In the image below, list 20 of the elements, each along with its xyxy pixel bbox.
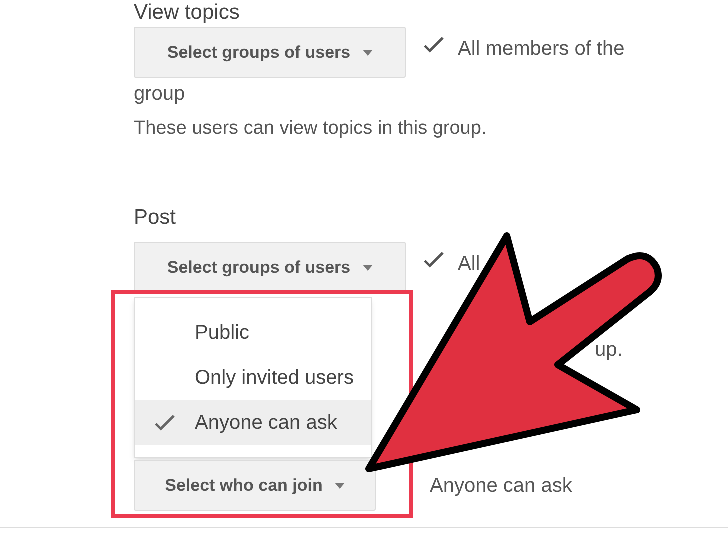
menu-item[interactable]: Only invited users (135, 355, 371, 400)
select-button[interactable]: Select who can join (134, 460, 376, 511)
menu-item[interactable]: Public (135, 310, 371, 355)
caret-icon (362, 50, 373, 56)
select-button[interactable]: Select groups of users (134, 242, 406, 293)
access-value: All (458, 252, 480, 276)
caret-icon (362, 264, 373, 270)
caret-icon (334, 482, 345, 488)
access-value: All members of the (458, 37, 625, 61)
access-value: up. (595, 338, 623, 363)
description-text: These users can view topics in this group. (134, 117, 488, 141)
join-value: Anyone can ask (430, 474, 572, 498)
section-heading: View topics (134, 1, 241, 25)
section-heading: Post (134, 205, 178, 231)
access-value: group (134, 82, 186, 106)
select-button[interactable]: Select groups of users (134, 27, 406, 78)
menu-item[interactable]: Anyone can ask (135, 400, 371, 445)
checkmark-icon (424, 37, 444, 53)
checkmark-icon (424, 252, 444, 268)
checkmark-icon (155, 414, 175, 430)
